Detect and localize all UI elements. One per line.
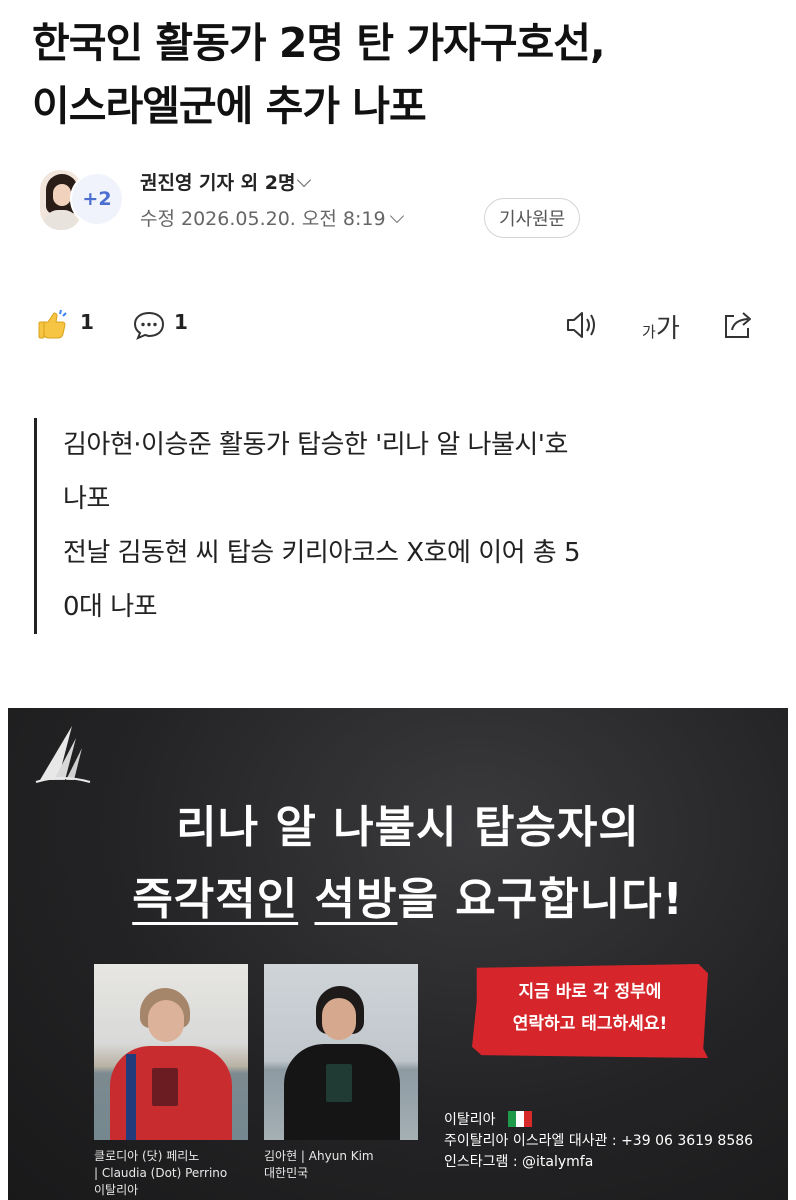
summary-line: 나포 [63, 484, 110, 514]
summary-line: 전날 김동현 씨 탑승 키리아코스 X호에 이어 총 5 [63, 538, 581, 568]
passport-icon [326, 1064, 352, 1102]
extra-reporters-badge[interactable]: +2 [70, 172, 124, 226]
sail-logo-icon [35, 726, 91, 783]
speaker-icon[interactable] [564, 308, 600, 342]
font-size-button[interactable]: 가가 [642, 308, 680, 345]
headline-line-1: 한국인 활동가 2명 탄 가자구호선, [32, 19, 606, 67]
reporter-name-dropdown[interactable]: 권진영 기자 외 2명 [140, 168, 312, 195]
activist-caption-claudia: 클로디아 (닷) 페리노 | Claudia (Dot) Perrino 이탈리… [94, 1149, 228, 1197]
italy-flag-icon [507, 1111, 532, 1127]
poster-title: 리나 알 나불시 탑승자의 즉각적인 석방을 요구합니다! [48, 792, 768, 936]
passport-icon [152, 1068, 178, 1106]
poster-title-line-1: 리나 알 나불시 탑승자의 [176, 802, 640, 853]
clap-icon[interactable] [38, 308, 68, 340]
original-article-button[interactable]: 기사원문 [484, 198, 581, 238]
contact-embassy: 주이탈리아 이스라엘 대사관 : +39 06 3619 8586 [444, 1133, 754, 1149]
like-count: 1 [80, 310, 94, 334]
comment-count: 1 [174, 310, 188, 334]
contact-instagram: 인스타그램 : @italymfa [444, 1154, 594, 1170]
poster-title-line-2: 즉각적인 석방을 요구합니다! [132, 874, 684, 925]
embassy-contact-info: 이탈리아 주이탈리아 이스라엘 대사관 : +39 06 3619 8586 인… [444, 1110, 753, 1173]
call-to-action-banner: 지금 바로 각 정부에 연락하고 태그하세요! [472, 964, 708, 1058]
headline-line-2: 이스라엘군에 추가 나포 [32, 82, 427, 130]
activist-caption-ahyun: 김아현 | Ahyun Kim 대한민국 [264, 1149, 374, 1180]
summary-line: 김아현·이승준 활동가 탑승한 '리나 알 나불시'호 [63, 430, 568, 460]
comment-icon[interactable] [132, 310, 166, 340]
share-icon[interactable] [720, 306, 756, 342]
byline: +2 권진영 기자 외 2명 수정 2026.05.20. 오전 8:19 기사… [32, 160, 772, 250]
summary-line: 0대 나포 [63, 592, 158, 622]
article-actions-bar: 1 1 가가 [32, 300, 772, 352]
activist-photo-ahyun [264, 964, 418, 1140]
modified-date-dropdown[interactable]: 수정 2026.05.20. 오전 8:19 [140, 204, 404, 231]
activist-photo-claudia [94, 964, 248, 1140]
chevron-down-icon [297, 172, 312, 188]
article-headline: 한국인 활동가 2명 탄 가자구호선, 이스라엘군에 추가 나포 [32, 12, 772, 138]
reporter-name: 권진영 기자 외 2명 [140, 172, 296, 194]
chevron-down-icon [389, 208, 404, 224]
article-image[interactable]: 리나 알 나불시 탑승자의 즉각적인 석방을 요구합니다! 클로디아 (닷) 페… [8, 708, 788, 1200]
contact-country: 이탈리아 [444, 1112, 496, 1128]
article-summary: 김아현·이승준 활동가 탑승한 '리나 알 나불시'호 나포 전날 김동현 씨 … [34, 418, 754, 634]
modified-date: 수정 2026.05.20. 오전 8:19 [140, 208, 386, 230]
